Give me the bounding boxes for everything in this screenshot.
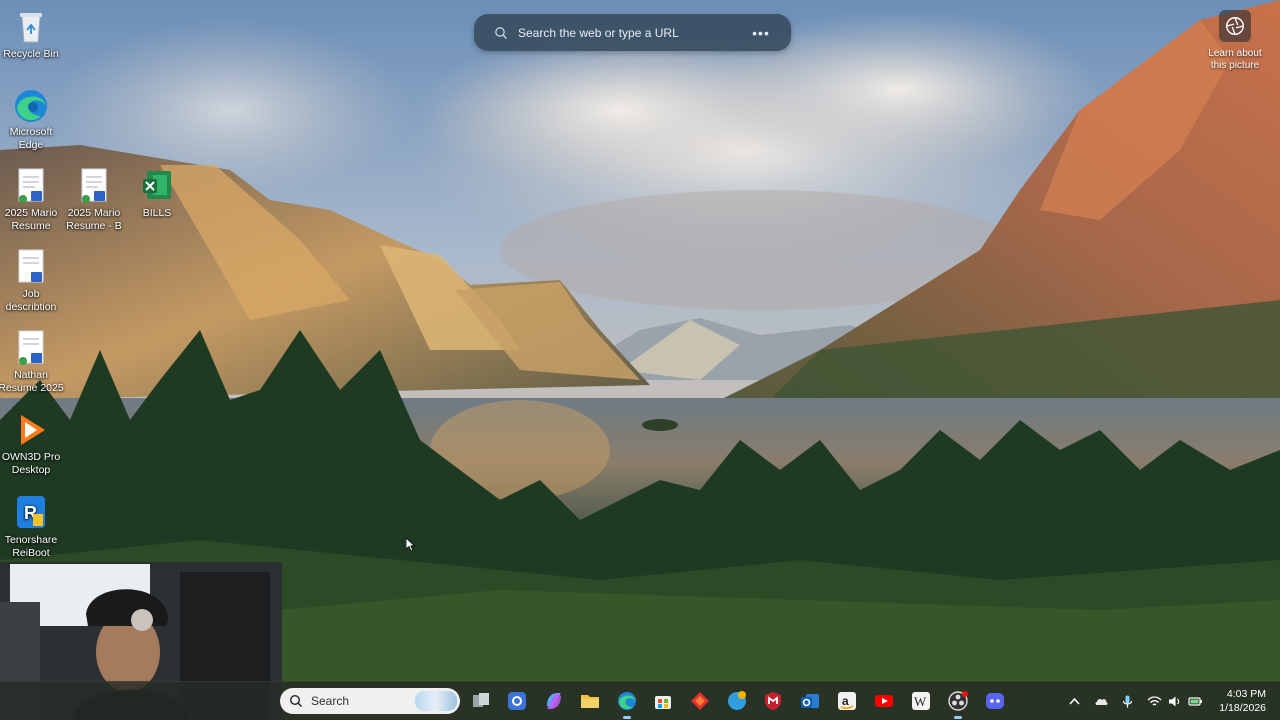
clock-date: 1/18/2026 [1219,702,1266,714]
chrome-like-icon[interactable] [505,689,529,713]
desktop-icon-nathan-resume[interactable]: Nathan Resume 2025 [0,329,64,395]
clock-time: 4:03 PM [1226,688,1266,700]
search-highlight-art [415,691,457,711]
edge-icon [13,86,49,124]
web-search-bar[interactable]: Search the web or type a URL ••• [474,14,791,51]
svg-text:a: a [842,694,849,708]
task-view-icon[interactable] [469,689,493,713]
mcafee-icon[interactable] [761,689,785,713]
amazon-icon[interactable]: a [835,689,859,713]
microphone-icon[interactable] [1119,693,1135,709]
desktop-icon-job-description[interactable]: Job describtion [0,248,64,314]
desktop-icon-microsoft-edge[interactable]: Microsoft Edge [0,86,64,152]
learn-about-picture[interactable]: Learn about this picture [1200,10,1270,72]
word-document-icon [76,167,112,205]
speaker-icon[interactable] [1166,693,1182,709]
taskbar-search-label: Search [311,694,350,708]
mouse-cursor-icon [405,537,416,552]
desktop-icon-recycle-bin[interactable]: Recycle Bin [0,8,64,61]
web-search-placeholder: Search the web or type a URL [518,25,679,40]
taskbar-search[interactable]: Search [280,688,460,714]
more-dots-icon[interactable]: ••• [749,25,773,41]
discord-icon[interactable] [983,689,1007,713]
wifi-icon[interactable] [1146,693,1162,709]
onedrive-icon[interactable] [1093,693,1109,709]
desktop-icon-mario-resume-b[interactable]: 2025 Mario Resume - B [61,167,127,233]
edge-icon[interactable] [615,689,639,719]
wikipedia-icon[interactable]: W [909,689,933,713]
search-icon [494,26,508,40]
word-document-icon [13,248,49,286]
svg-text:W: W [914,694,927,709]
excel-icon [139,167,175,205]
search-icon [289,694,303,708]
globe-app-icon[interactable] [725,689,749,713]
chevron-up-icon[interactable] [1066,693,1082,709]
word-document-icon [13,167,49,205]
desktop-icon-own3d[interactable]: OWN3D Pro Desktop [0,411,64,477]
recycle-bin-icon [13,8,49,46]
word-document-icon [13,329,49,367]
battery-icon[interactable] [1187,693,1203,709]
learn-about-label: Learn about this picture [1208,48,1262,71]
red-diamond-app-icon[interactable] [688,689,712,713]
youtube-icon[interactable] [872,689,896,713]
desktop-icon-mario-resume[interactable]: 2025 Mario Resume [0,167,64,233]
outlook-icon[interactable] [798,689,822,713]
reiboot-icon: R [13,494,49,532]
system-clock[interactable]: 4:03 PM 1/18/2026 [1202,687,1266,715]
microsoft-store-icon[interactable] [651,689,675,713]
taskbar: Search a W 4:03 PM 1/18/2026 [0,681,1280,720]
own3d-icon [13,411,49,449]
copilot-icon[interactable] [542,689,566,713]
file-explorer-icon[interactable] [578,689,602,713]
desktop-icon-tenorshare[interactable]: R Tenorshare ReiBoot [0,494,64,560]
camera-lens-icon [1219,10,1251,42]
desktop-icon-bills[interactable]: BILLS [124,167,190,220]
obs-icon[interactable] [946,689,970,719]
